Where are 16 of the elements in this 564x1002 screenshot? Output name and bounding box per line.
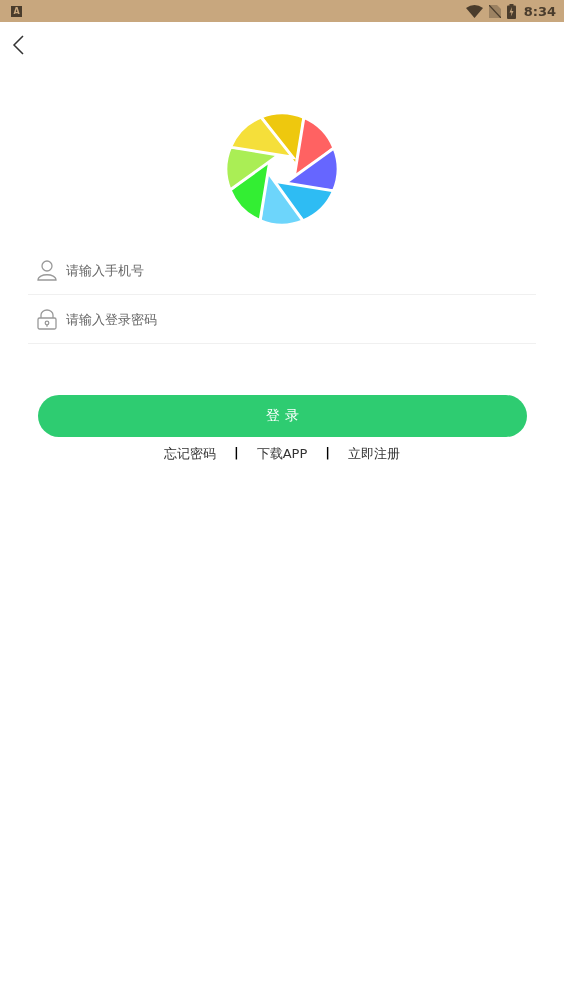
clock-time: 8:34 bbox=[523, 3, 556, 19]
user-icon bbox=[37, 259, 57, 281]
wifi-icon bbox=[465, 4, 483, 18]
back-icon[interactable] bbox=[12, 35, 24, 55]
notification-icon: A bbox=[11, 5, 22, 17]
footer-link[interactable]: 立即注册 bbox=[348, 445, 401, 463]
phone-field[interactable]: 请输入手机号 bbox=[66, 262, 536, 278]
footer-link[interactable]: 下载APP bbox=[256, 445, 308, 463]
no-sim-icon bbox=[488, 4, 501, 18]
lock-icon bbox=[37, 308, 57, 330]
separator: | bbox=[324, 445, 332, 462]
aperture-logo-icon bbox=[225, 112, 339, 226]
footer-link[interactable]: 忘记密码 bbox=[163, 445, 216, 463]
battery-charging-icon bbox=[506, 3, 516, 19]
separator: | bbox=[232, 445, 240, 462]
password-field[interactable]: 请输入登录密码 bbox=[66, 311, 536, 327]
